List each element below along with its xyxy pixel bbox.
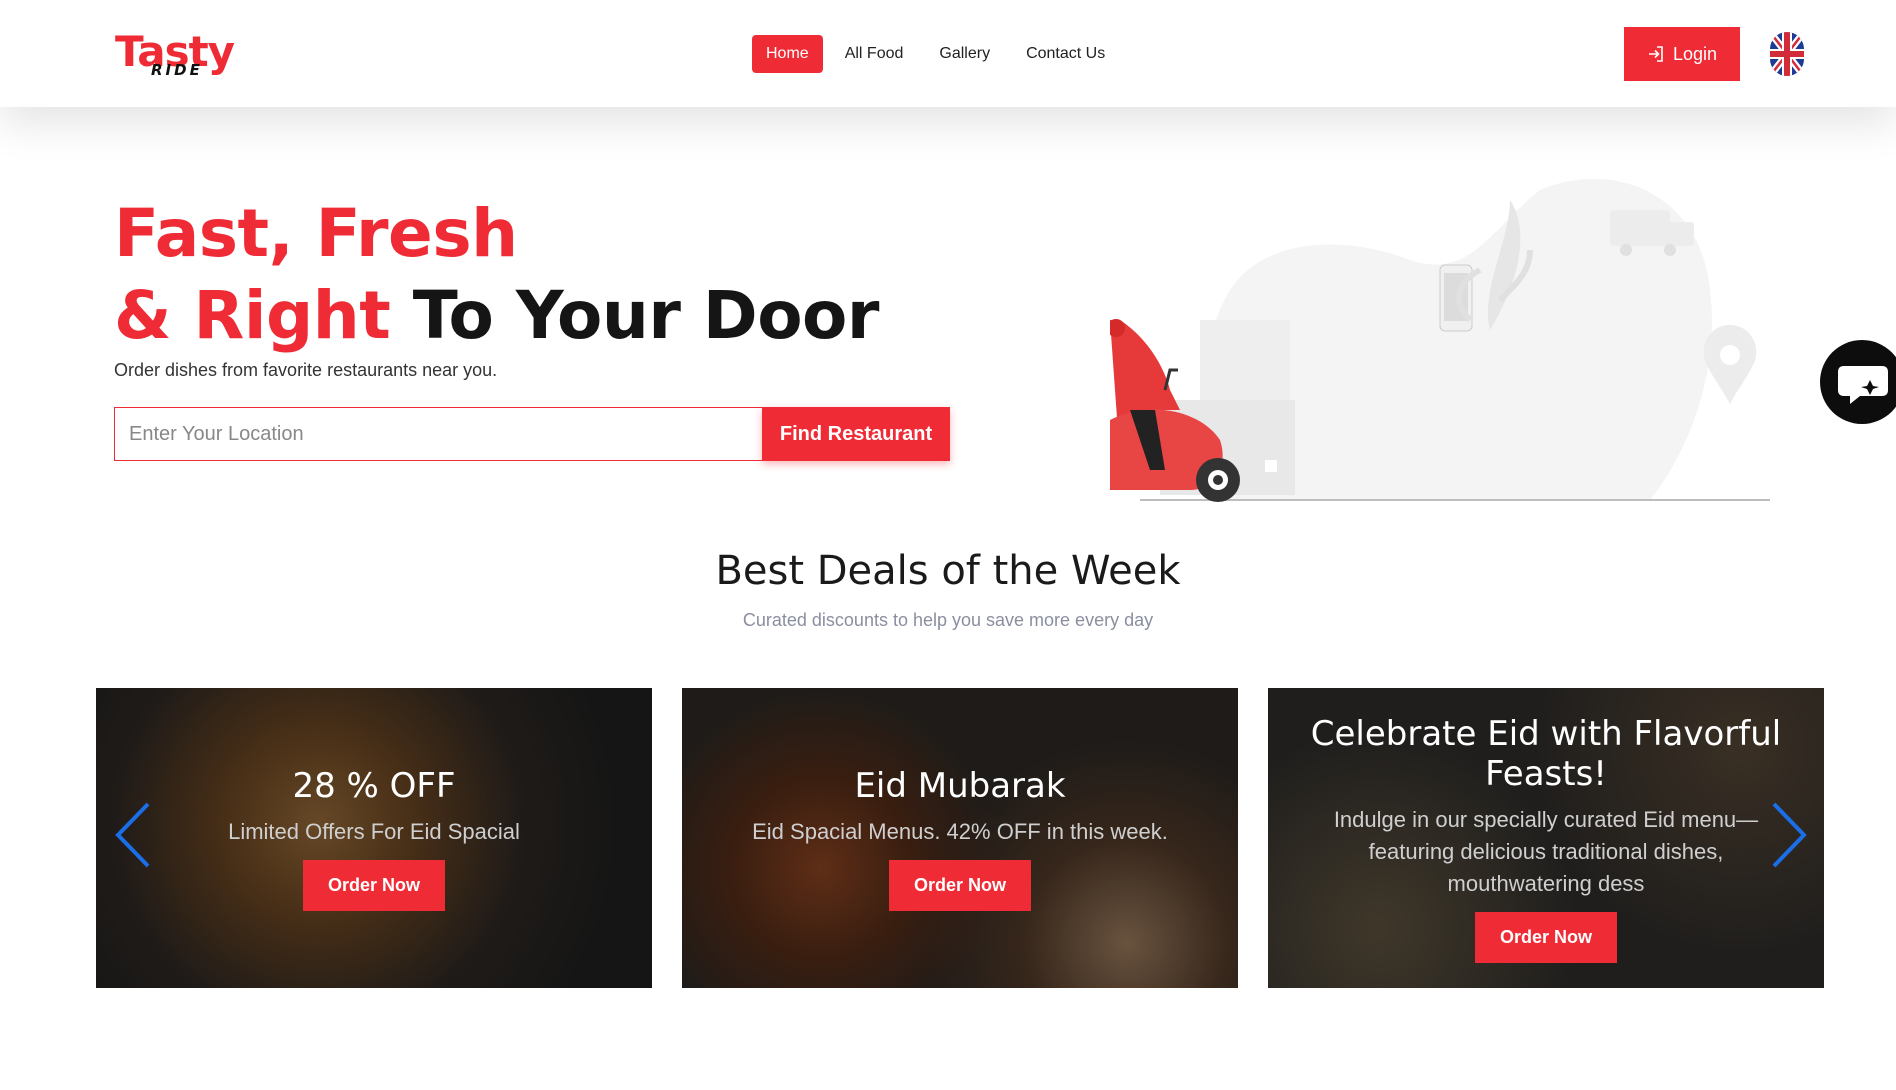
brand-logo[interactable]: Tasty RIDE	[115, 28, 235, 84]
nav-item-contact-us[interactable]: Contact Us	[1012, 35, 1119, 73]
deal-title: Eid Mubarak	[854, 765, 1066, 806]
carousel-next-arrow-icon[interactable]	[1766, 800, 1810, 870]
login-button[interactable]: Login	[1624, 27, 1740, 81]
nav-item-all-food[interactable]: All Food	[831, 35, 918, 73]
find-restaurant-button[interactable]: Find Restaurant	[762, 407, 950, 461]
delivery-illustration	[1110, 178, 1770, 502]
nav-item-gallery[interactable]: Gallery	[925, 35, 1004, 73]
deal-card-2: Eid Mubarak Eid Spacial Menus. 42% OFF i…	[682, 688, 1238, 988]
deals-title: Best Deals of the Week	[715, 548, 1181, 594]
hero-title-line1: Fast, Fresh	[114, 195, 518, 272]
order-now-button[interactable]: Order Now	[303, 859, 445, 911]
brand-tagline: RIDE	[151, 61, 203, 79]
deal-description: Limited Offers For Eid Spacial	[228, 818, 520, 844]
login-icon	[1648, 46, 1663, 62]
location-search: Find Restaurant	[114, 407, 950, 461]
order-now-button[interactable]: Order Now	[1475, 911, 1617, 963]
hero-subtitle: Order dishes from favorite restaurants n…	[114, 360, 498, 380]
location-input[interactable]	[114, 407, 762, 461]
chat-widget-button[interactable]	[1820, 340, 1896, 424]
site-header: Tasty RIDE Home All Food Gallery Contact…	[0, 0, 1896, 107]
chat-icon	[1838, 366, 1888, 404]
carousel-prev-arrow-icon[interactable]	[112, 800, 156, 870]
nav-item-home[interactable]: Home	[752, 35, 823, 73]
hero-title-line2: To Your Door	[390, 277, 880, 354]
deals-subtitle: Curated discounts to help you save more …	[742, 610, 1154, 630]
language-flag-icon[interactable]	[1770, 32, 1804, 76]
deal-description: Eid Spacial Menus. 42% OFF in this week.	[752, 818, 1168, 844]
hero-title-line2-accent: & Right	[114, 277, 391, 354]
deal-card-1: 28 % OFF Limited Offers For Eid Spacial …	[96, 688, 652, 988]
hero-title: Fast, Fresh & Right To Your Door	[114, 193, 879, 357]
deal-title: 28 % OFF	[292, 765, 456, 806]
deal-title: Celebrate Eid with Flavorful Feasts!	[1310, 713, 1782, 794]
order-now-button[interactable]: Order Now	[889, 859, 1031, 911]
deal-card-3: Celebrate Eid with Flavorful Feasts! Ind…	[1268, 688, 1824, 988]
login-label: Login	[1672, 43, 1718, 64]
deal-description: Indulge in our specially curated Eid men…	[1333, 806, 1759, 896]
main-nav: Home All Food Gallery Contact Us	[752, 35, 1127, 73]
